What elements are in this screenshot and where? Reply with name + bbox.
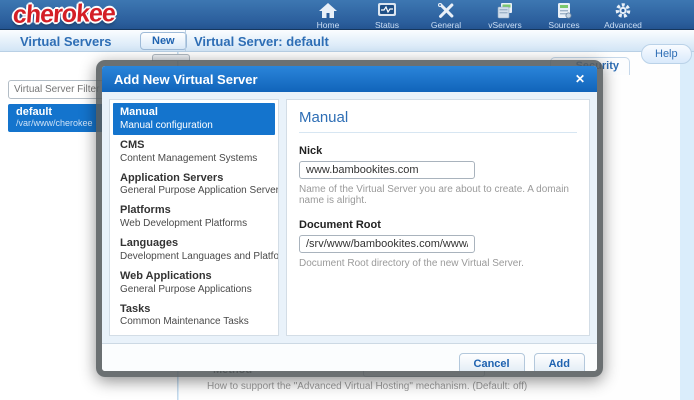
tools-icon — [436, 2, 456, 19]
nav-item-general[interactable]: General — [423, 2, 469, 30]
category-item-platforms[interactable]: Platforms Web Development Platforms — [113, 201, 275, 233]
category-item-cms[interactable]: CMS Content Management Systems — [113, 136, 275, 168]
section-title: Virtual Servers — [20, 34, 112, 49]
nick-input[interactable] — [299, 161, 475, 179]
category-item-languages[interactable]: Languages Development Languages and Plat… — [113, 234, 275, 266]
cherokee-logo: cherokee — [12, 0, 116, 30]
subheader-strip: Virtual Servers New Virtual Server: defa… — [0, 30, 694, 52]
help-button[interactable]: Help — [641, 44, 692, 64]
category-item-application-servers[interactable]: Application Servers General Purpose Appl… — [113, 169, 275, 201]
nav-item-advanced[interactable]: Advanced — [600, 2, 646, 30]
nick-label: Nick — [299, 145, 577, 157]
sources-icon — [554, 2, 574, 19]
vservers-icon — [495, 2, 515, 19]
modal-body: Manual Manual configuration CMS Content … — [102, 92, 597, 343]
modal-header: Add New Virtual Server ✕ — [102, 66, 597, 92]
add-virtual-server-modal: Add New Virtual Server ✕ Manual Manual c… — [96, 60, 603, 377]
nav-item-vservers[interactable]: vServers — [482, 2, 528, 30]
category-item-manual[interactable]: Manual Manual configuration — [113, 103, 275, 135]
manual-config-panel: Manual Nick Name of the Virtual Server y… — [286, 99, 590, 336]
wizard-category-list: Manual Manual configuration CMS Content … — [109, 99, 279, 336]
home-icon — [318, 2, 338, 19]
document-root-help-text: Document Root directory of the new Virtu… — [299, 258, 577, 269]
gear-icon — [613, 2, 633, 19]
status-monitor-icon — [377, 2, 397, 19]
modal-inner: Add New Virtual Server ✕ Manual Manual c… — [102, 66, 597, 371]
nick-help-text: Name of the Virtual Server you are about… — [299, 184, 577, 206]
panel-heading: Manual — [299, 109, 577, 133]
nav-item-status[interactable]: Status — [364, 2, 410, 30]
document-root-label: Document Root — [299, 219, 577, 231]
nick-field-group: Nick Name of the Virtual Server you are … — [299, 145, 577, 206]
cherokee-admin-screen: cherokee Home Status General — [0, 0, 694, 400]
method-help-text: How to support the "Advanced Virtual Hos… — [207, 381, 527, 392]
nav-item-sources[interactable]: Sources — [541, 2, 587, 30]
category-item-tasks[interactable]: Tasks Common Maintenance Tasks — [113, 300, 275, 332]
nav-item-home[interactable]: Home — [305, 2, 351, 30]
close-icon[interactable]: ✕ — [575, 73, 585, 85]
modal-footer: Cancel Add — [102, 343, 597, 371]
page-title: Virtual Server: default — [194, 34, 329, 49]
main-navigation: Home Status General vServers — [305, 2, 646, 30]
top-navbar: cherokee Home Status General — [0, 0, 694, 30]
document-root-input[interactable] — [299, 235, 475, 253]
add-button[interactable]: Add — [534, 353, 585, 371]
document-root-field-group: Document Root Document Root directory of… — [299, 219, 577, 269]
modal-title: Add New Virtual Server — [114, 72, 575, 87]
subheader-divider — [185, 30, 186, 52]
new-virtual-server-button[interactable]: New — [140, 32, 187, 50]
cancel-button[interactable]: Cancel — [459, 353, 525, 371]
category-item-web-applications[interactable]: Web Applications General Purpose Applica… — [113, 267, 275, 299]
